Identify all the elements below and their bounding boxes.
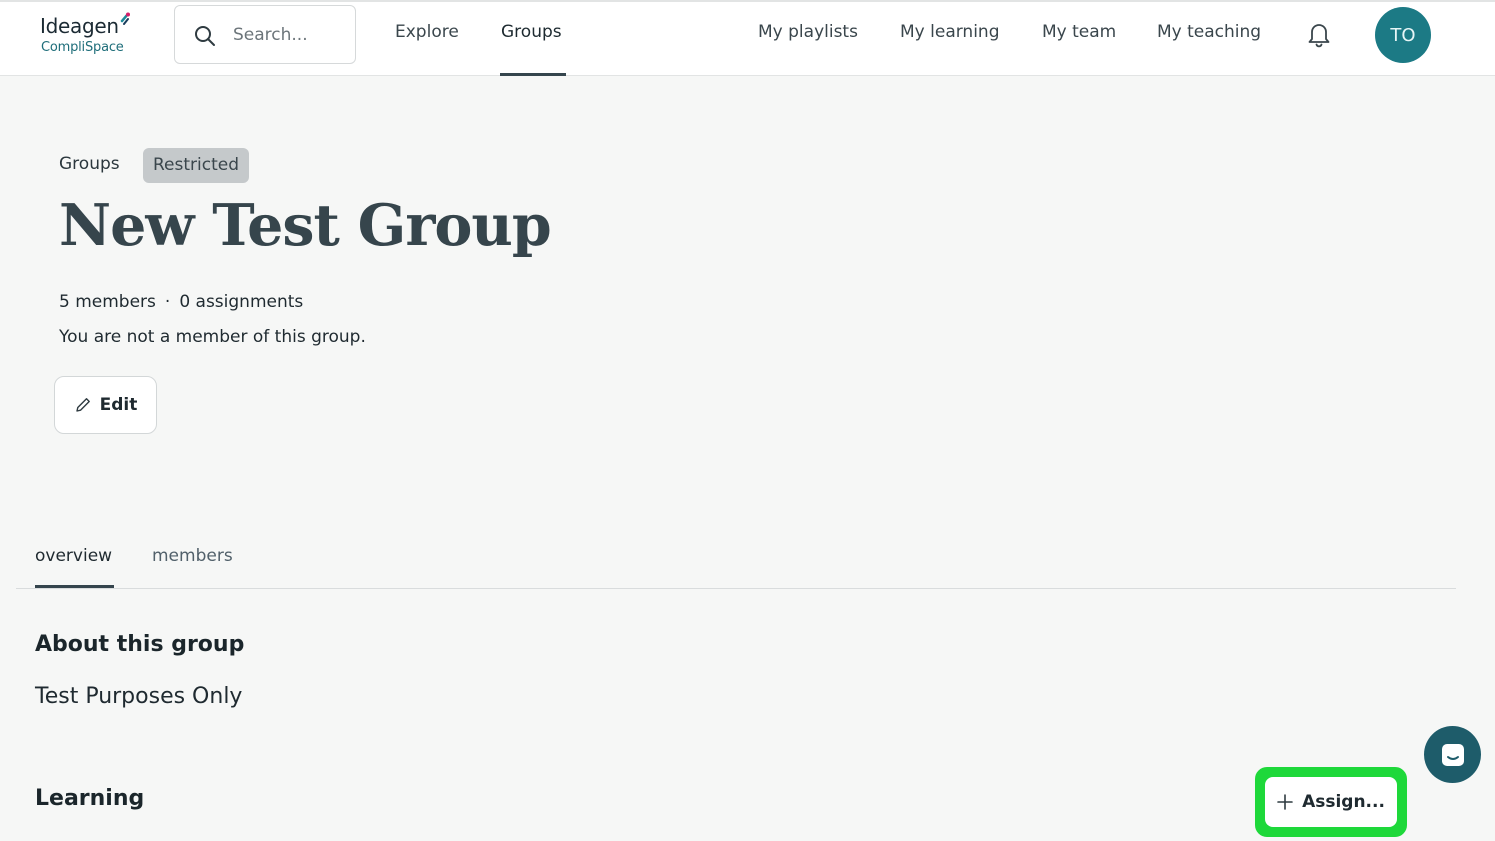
stats-separator: ·: [164, 292, 171, 312]
about-description: Test Purposes Only: [35, 684, 243, 709]
tab-overview[interactable]: overview: [35, 546, 112, 566]
nav-my-teaching[interactable]: My teaching: [1157, 22, 1261, 48]
breadcrumb-groups[interactable]: Groups: [59, 154, 120, 174]
about-section-title: About this group: [35, 632, 245, 657]
assign-button-highlight: Assign...: [1255, 767, 1407, 837]
nav-active-indicator: [500, 73, 566, 76]
logo-mark-icon: [120, 12, 130, 25]
plus-icon: [1277, 794, 1293, 810]
learning-section-title: Learning: [35, 786, 145, 811]
assign-button[interactable]: Assign...: [1265, 777, 1397, 827]
members-count: 5 members: [59, 292, 156, 312]
pencil-icon: [75, 398, 90, 412]
bell-icon[interactable]: [1306, 20, 1332, 48]
edit-button[interactable]: Edit: [54, 376, 157, 434]
page-title: New Test Group: [59, 192, 552, 259]
search-box[interactable]: [174, 5, 356, 64]
nav-my-team[interactable]: My team: [1042, 22, 1116, 48]
nav-my-learning[interactable]: My learning: [900, 22, 1000, 48]
nav-groups[interactable]: Groups: [501, 22, 562, 48]
group-stats: 5 members · 0 assignments: [59, 292, 303, 312]
assign-button-label: Assign...: [1302, 792, 1385, 812]
tabs-divider: [16, 588, 1456, 589]
ideagen-complispace-logo[interactable]: Ideagen CompliSpace: [40, 12, 140, 64]
logo-wordmark-bottom: CompliSpace: [41, 40, 124, 55]
restricted-badge: Restricted: [143, 148, 250, 183]
chat-icon: [1441, 743, 1464, 766]
nav-explore[interactable]: Explore: [395, 22, 459, 48]
chat-launcher-button[interactable]: [1424, 726, 1481, 783]
membership-note: You are not a member of this group.: [59, 327, 366, 347]
top-navigation-bar: Ideagen CompliSpace Explore Groups My pl…: [0, 0, 1495, 76]
tab-members[interactable]: members: [152, 546, 233, 566]
nav-my-playlists[interactable]: My playlists: [758, 22, 858, 48]
assignments-count: 0 assignments: [179, 292, 304, 312]
search-input[interactable]: [233, 22, 348, 48]
logo-wordmark-top: Ideagen: [40, 14, 119, 38]
user-avatar[interactable]: TO: [1375, 7, 1431, 63]
edit-button-label: Edit: [99, 395, 138, 415]
search-icon: [195, 26, 215, 46]
